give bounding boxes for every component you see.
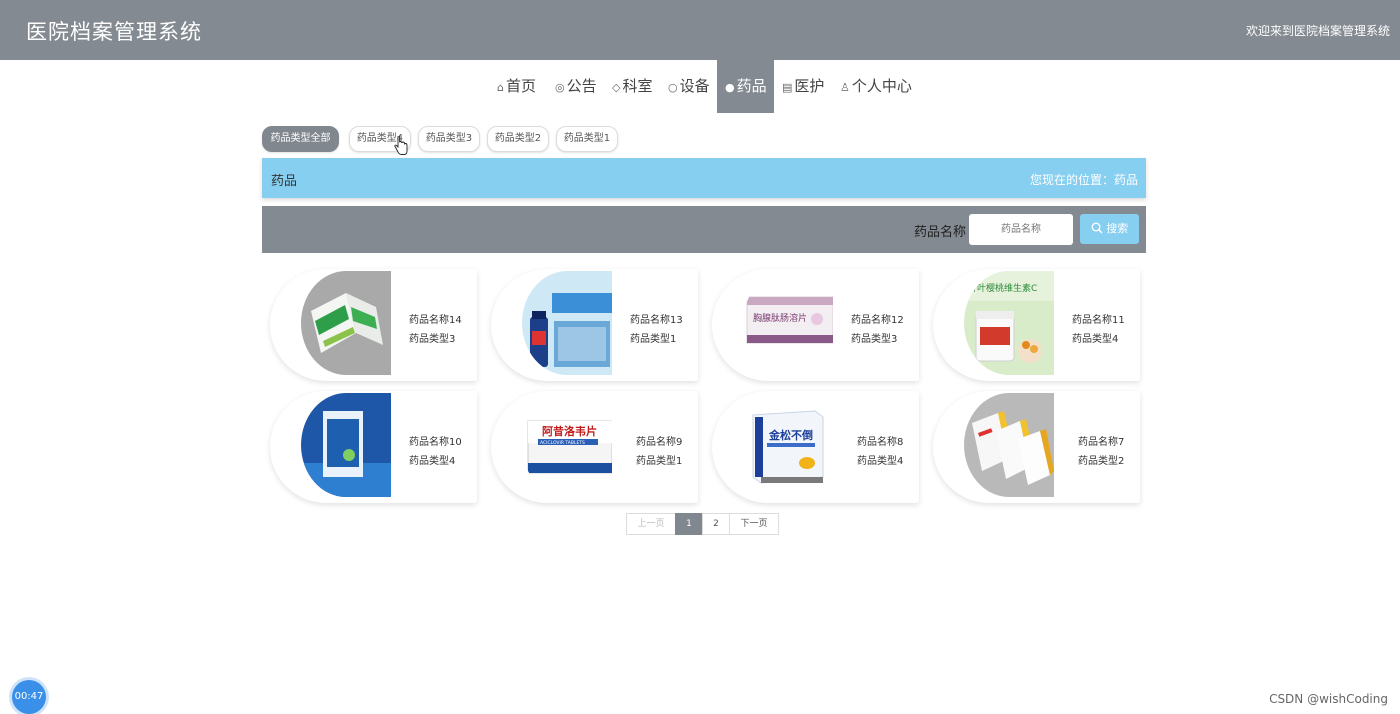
search-button[interactable]: 搜索: [1080, 214, 1139, 244]
product-card[interactable]: 阿昔洛韦片 ACICLOVIR TABLETS 药品名称9 药品类型1: [491, 391, 698, 503]
green-medicine-box-image: [301, 271, 391, 375]
product-image[interactable]: [301, 393, 391, 497]
vitamin-jar-label: 针叶樱桃维生素C: [968, 282, 1037, 294]
product-type: 药品类型2: [1078, 456, 1125, 467]
announcement-icon: ◎: [555, 81, 565, 94]
product-image[interactable]: 金松不倒: [743, 393, 833, 497]
nav-item-department[interactable]: ◇ 科室: [612, 60, 652, 113]
product-image[interactable]: 针叶樱桃维生素C: [964, 271, 1054, 375]
product-type: 药品类型4: [409, 456, 456, 467]
product-name: 药品名称9: [636, 437, 683, 448]
tablet-box-title: 阿昔洛韦片: [542, 424, 597, 438]
blue-yellow-box-label: 金松不倒: [768, 428, 813, 442]
product-name: 药品名称7: [1078, 437, 1125, 448]
product-image[interactable]: [301, 271, 391, 375]
nav-item-staff[interactable]: ▤ 医护: [782, 60, 824, 113]
nav-item-label: 设备: [679, 77, 710, 95]
device-icon: ○: [668, 81, 678, 94]
page-button-2[interactable]: 2: [702, 513, 730, 535]
nav-item-label: 科室: [622, 77, 653, 95]
medicine-icon: ●: [725, 81, 735, 94]
search-input[interactable]: [969, 214, 1073, 245]
watermark: CSDN @wishCoding: [1269, 692, 1388, 706]
tag-icon: ◇: [612, 81, 621, 94]
user-icon: ♙: [840, 81, 850, 94]
breadcrumb-bar: 药品 您现在的位置：药品: [262, 158, 1146, 198]
blue-medicine-box-image: [301, 393, 391, 497]
product-name: 药品名称8: [857, 437, 904, 448]
type-filter-3[interactable]: 药品类型3: [418, 126, 480, 152]
header-bar: 医院档案管理系统 欢迎来到医院档案管理系统: [0, 0, 1400, 60]
product-type: 药品类型4: [1072, 334, 1119, 345]
product-image[interactable]: [522, 271, 612, 375]
search-label: 药品名称: [914, 225, 967, 240]
product-name: 药品名称10: [409, 437, 462, 448]
nav-item-device[interactable]: ○ 设备: [668, 60, 710, 113]
nav-item-announcement[interactable]: ◎ 公告: [555, 60, 597, 113]
blue-bottle-ad-image: [522, 271, 612, 375]
product-image[interactable]: 胸腺肽肠溶片: [743, 271, 833, 375]
nav-item-label: 个人中心: [851, 77, 912, 95]
search-icon: [1091, 222, 1103, 234]
product-image[interactable]: [964, 393, 1054, 497]
type-filter-1[interactable]: 药品类型1: [556, 126, 618, 152]
product-type: 药品类型1: [636, 456, 683, 467]
capsule-box-label: 胸腺肽肠溶片: [753, 312, 807, 324]
capsule-box-image: 胸腺肽肠溶片: [743, 271, 833, 375]
search-button-label: 搜索: [1106, 222, 1129, 235]
welcome-text: 欢迎来到医院档案管理系统: [1245, 24, 1390, 38]
next-page-button[interactable]: 下一页: [729, 513, 779, 535]
product-name: 药品名称12: [851, 315, 904, 326]
nav-item-home[interactable]: ⌂ 首页: [497, 60, 536, 113]
vitamin-jar-image: 针叶樱桃维生素C: [964, 271, 1054, 375]
product-type: 药品类型1: [630, 334, 677, 345]
product-name: 药品名称14: [409, 315, 462, 326]
type-filter-all[interactable]: 药品类型全部: [262, 126, 339, 152]
tablet-box-image: 阿昔洛韦片 ACICLOVIR TABLETS: [522, 393, 612, 497]
recording-timer: 00:47: [12, 680, 46, 714]
search-bar: 药品名称 搜索: [262, 206, 1146, 253]
product-card[interactable]: 胸腺肽肠溶片 药品名称12 药品类型3: [712, 269, 919, 381]
breadcrumb: 您现在的位置：药品: [1029, 173, 1138, 187]
tablet-box-subtitle: ACICLOVIR TABLETS: [540, 440, 585, 446]
product-name: 药品名称13: [630, 315, 683, 326]
nav-item-medicine[interactable]: ● 药品: [717, 60, 774, 113]
home-icon: ⌂: [497, 81, 504, 94]
product-card[interactable]: 药品名称13 药品类型1: [491, 269, 698, 381]
nav-item-profile[interactable]: ♙ 个人中心: [840, 60, 912, 113]
page-button-1[interactable]: 1: [675, 513, 703, 535]
product-type: 药品类型3: [851, 334, 898, 345]
nav-item-label: 药品: [736, 77, 767, 95]
blue-yellow-box-image: 金松不倒: [743, 393, 833, 497]
type-filter-2[interactable]: 药品类型2: [487, 126, 549, 152]
product-card[interactable]: 药品名称7 药品类型2: [933, 391, 1140, 503]
app-title: 医院档案管理系统: [26, 20, 202, 44]
nav-item-label: 首页: [505, 77, 536, 95]
product-card[interactable]: 药品名称14 药品类型3: [270, 269, 477, 381]
hand-cursor-icon: [394, 136, 408, 155]
product-card[interactable]: 药品名称10 药品类型4: [270, 391, 477, 503]
yellow-boxes-image: [964, 393, 1054, 497]
pagination: 上一页 1 2 下一页: [626, 513, 779, 535]
clipboard-icon: ▤: [782, 81, 793, 94]
page-title: 药品: [271, 174, 298, 189]
prev-page-button[interactable]: 上一页: [626, 513, 676, 535]
nav-item-label: 医护: [794, 77, 825, 95]
nav-item-label: 公告: [566, 77, 597, 95]
product-card[interactable]: 针叶樱桃维生素C 药品名称11 药品类型4: [933, 269, 1140, 381]
main-nav: ⌂ 首页 ◎ 公告 ◇ 科室 ○ 设备 ● 药品 ▤ 医护 ♙ 个人中心: [0, 60, 1400, 113]
product-type: 药品类型3: [409, 334, 456, 345]
product-name: 药品名称11: [1072, 315, 1125, 326]
product-card[interactable]: 金松不倒 药品名称8 药品类型4: [712, 391, 919, 503]
product-image[interactable]: 阿昔洛韦片 ACICLOVIR TABLETS: [522, 393, 612, 497]
product-type: 药品类型4: [857, 456, 904, 467]
